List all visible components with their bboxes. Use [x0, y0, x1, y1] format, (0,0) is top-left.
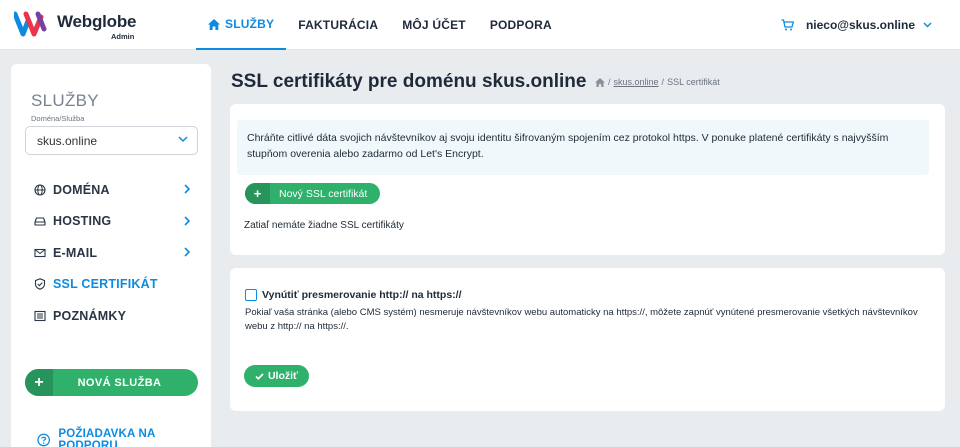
page-title: SSL certifikáty pre doménu skus.online: [231, 71, 587, 92]
main-nav: SLUŽBY FAKTURÁCIA MÔJ ÚČET PODPORA: [196, 0, 564, 50]
chevron-down-icon: [178, 136, 188, 143]
sidebar-item-email[interactable]: E-MAIL: [25, 237, 198, 269]
support-request-label: POŽIADAVKA NA PODPORU: [58, 428, 156, 447]
nav-item-fakturacia[interactable]: FAKTURÁCIA: [286, 0, 390, 50]
logo[interactable]: Webglobe Admin: [14, 9, 139, 41]
user-menu[interactable]: nieco@skus.online: [781, 0, 932, 50]
logo-text: Webglobe: [57, 12, 137, 31]
sidebar-item-poznamky[interactable]: POZNÁMKY: [25, 300, 198, 332]
nav-item-moj-ucet[interactable]: MÔJ ÚČET: [390, 0, 478, 50]
support-request-link[interactable]: POŽIADAVKA NA PODPORU: [37, 428, 211, 447]
breadcrumb: / skus.online / SSL certifikát: [595, 77, 720, 87]
top-bar: Webglobe Admin SLUŽBY FAKTURÁCIA MÔJ ÚČE…: [0, 0, 960, 50]
home-icon[interactable]: [595, 77, 605, 87]
https-redirect-card: Vynútiť presmerovanie http:// na https:/…: [230, 268, 945, 411]
ssl-info-text: Chráňte citlivé dáta svojich návštevníko…: [237, 120, 929, 175]
chevron-right-icon: [184, 215, 190, 226]
globe-icon: [34, 184, 46, 196]
notes-icon: [34, 310, 46, 321]
service-select[interactable]: skus.online: [25, 126, 198, 155]
sidebar-item-label: POZNÁMKY: [53, 308, 127, 323]
save-label: Uložiť: [267, 370, 299, 382]
breadcrumb-current: SSL certifikát: [667, 77, 720, 87]
chevron-right-icon: [184, 184, 190, 194]
service-select-label: Doména/Služba: [31, 114, 85, 123]
force-https-option[interactable]: Vynútiť presmerovanie http:// na https:/…: [245, 289, 462, 301]
service-select-value: skus.online: [37, 133, 98, 148]
sidebar-item-label: HOSTING: [53, 214, 112, 229]
nav-item-label: PODPORA: [489, 18, 552, 32]
user-email: nieco@skus.online: [805, 18, 915, 32]
nav-item-sluzby[interactable]: SLUŽBY: [196, 0, 287, 50]
new-ssl-certificate-button[interactable]: + Nový SSL certifikát: [245, 183, 380, 204]
logo-subtitle: Admin: [111, 32, 135, 41]
nav-item-podpora[interactable]: PODPORA: [478, 0, 564, 50]
help-icon: [37, 433, 51, 447]
force-https-description: Pokiaľ vaša stránka (alebo CMS systém) n…: [245, 307, 918, 332]
cart-icon[interactable]: [781, 19, 794, 31]
plus-icon: +: [245, 183, 270, 204]
breadcrumb-separator: /: [661, 77, 665, 87]
empty-state-text: Zatiaľ nemáte žiadne SSL certifikáty: [244, 220, 404, 231]
plus-icon: +: [25, 369, 53, 396]
force-https-label: Vynútiť presmerovanie http:// na https:/…: [262, 289, 462, 301]
nav-item-label: FAKTURÁCIA: [298, 18, 379, 32]
save-button[interactable]: Uložiť: [244, 365, 309, 387]
sidebar-menu: DOMÉNA HOSTING E-MAIL SSL CERTIFIKÁT POZ…: [25, 174, 198, 332]
sidebar-item-ssl[interactable]: SSL CERTIFIKÁT: [25, 269, 198, 301]
chevron-right-icon: [184, 247, 190, 257]
force-https-checkbox[interactable]: [245, 289, 257, 301]
nav-item-label: SLUŽBY: [225, 17, 275, 31]
new-service-label: NOVÁ SLUŽBA: [77, 376, 162, 389]
ssl-certificates-card: Chráňte citlivé dáta svojich návštevníko…: [230, 104, 945, 255]
breadcrumb-separator: /: [608, 77, 611, 87]
server-icon: [34, 217, 46, 226]
sidebar-item-domena[interactable]: DOMÉNA: [25, 174, 198, 206]
sidebar-item-label: DOMÉNA: [53, 182, 110, 197]
sidebar-item-label: SSL CERTIFIKÁT: [53, 277, 158, 292]
sidebar-title: SLUŽBY: [31, 91, 99, 110]
home-icon: [208, 18, 220, 30]
new-service-button[interactable]: + NOVÁ SLUŽBA: [25, 369, 198, 396]
new-ssl-certificate-label: Nový SSL certifikát: [279, 187, 368, 200]
chevron-down-icon: [923, 22, 932, 28]
sidebar-item-label: E-MAIL: [53, 245, 98, 260]
nav-item-label: MÔJ ÚČET: [402, 18, 466, 32]
mail-icon: [34, 248, 46, 257]
breadcrumb-domain-link[interactable]: skus.online: [614, 77, 659, 87]
shield-icon: [34, 278, 46, 291]
sidebar: SLUŽBY Doména/Služba skus.online DOMÉNA …: [11, 64, 211, 447]
sidebar-item-hosting[interactable]: HOSTING: [25, 206, 198, 238]
webglobe-logo-icon: [14, 11, 47, 37]
check-icon: [255, 372, 264, 380]
